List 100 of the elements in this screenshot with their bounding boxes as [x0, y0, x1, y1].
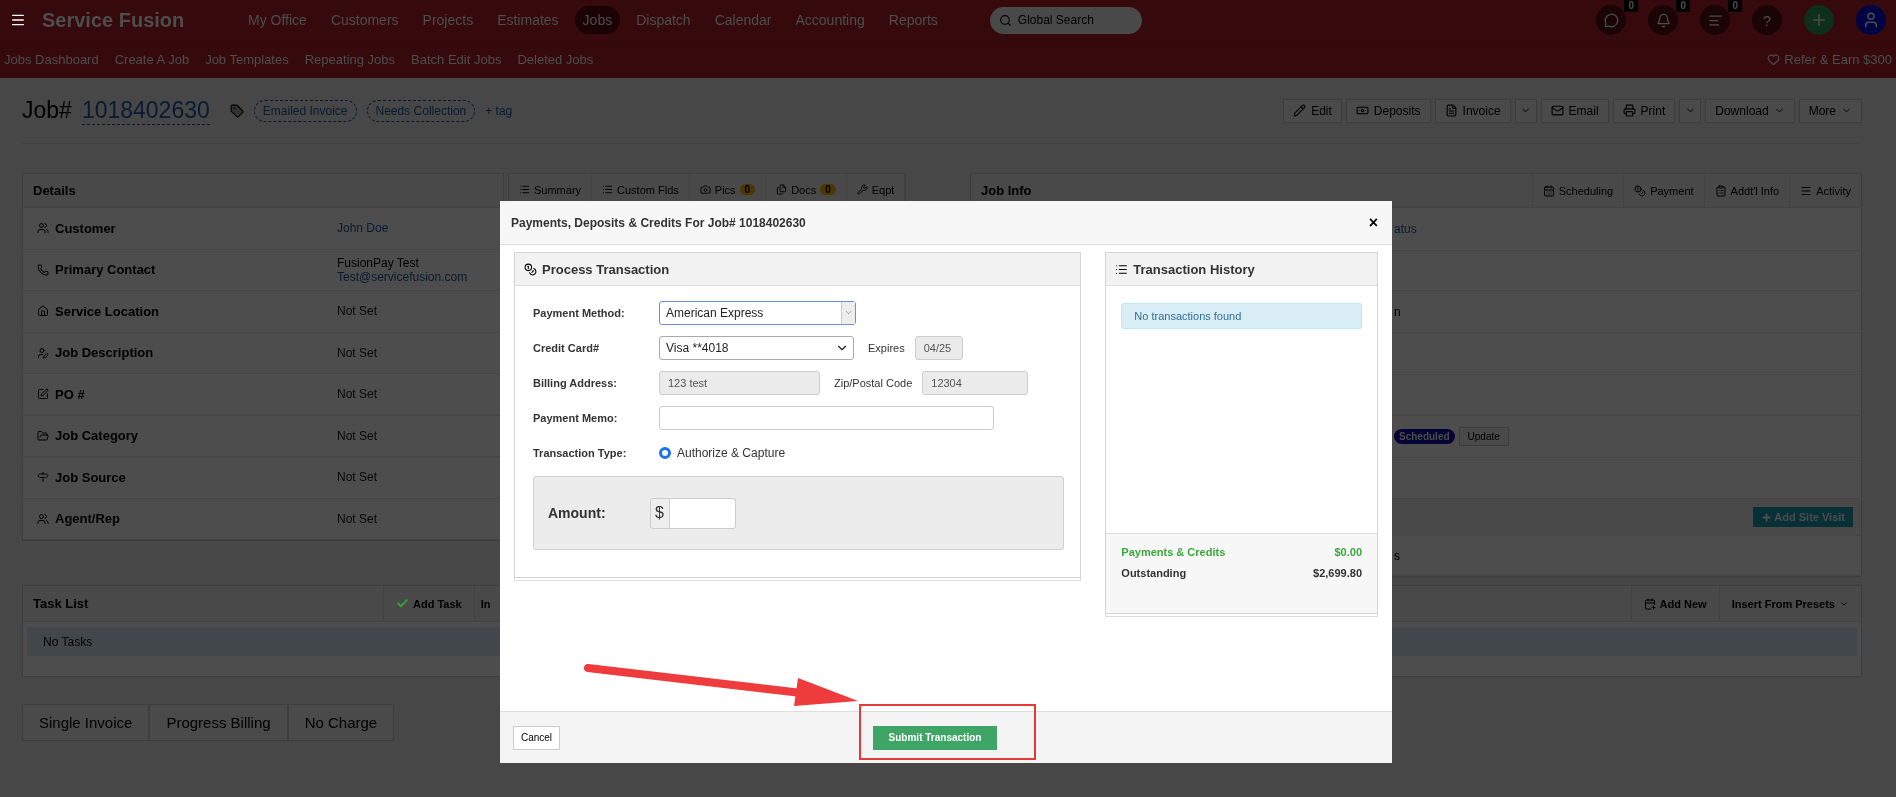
signpost-icon [37, 471, 49, 484]
bell-button[interactable] [1648, 5, 1678, 35]
billing-tab[interactable]: Progress Billing [149, 704, 288, 741]
field-label: Job Description [55, 345, 154, 361]
field-value: s [1394, 548, 1400, 563]
submit-button[interactable]: Submit Transaction [873, 725, 997, 750]
billing-tab[interactable]: Single Invoice [22, 704, 150, 741]
camera-icon [699, 184, 711, 195]
caret-button[interactable] [1679, 98, 1702, 123]
nav-link[interactable]: Dispatch [628, 6, 699, 34]
subnav-link[interactable]: Repeating Jobs [304, 52, 396, 67]
action-button[interactable]: Edit [1283, 98, 1342, 123]
add-site-visit-button[interactable]: Add Site Visit [1753, 507, 1853, 527]
subnav-link[interactable]: Create A Job [114, 52, 190, 67]
list-icon [1707, 12, 1723, 28]
subnav-link[interactable]: Jobs Dashboard [4, 52, 99, 67]
tab[interactable]: Addt'l Info [1703, 174, 1790, 207]
nav-link[interactable]: Customers [322, 6, 407, 34]
action-button[interactable]: Print [1612, 98, 1676, 123]
nav-link[interactable]: Jobs [574, 6, 621, 34]
documents-icon [776, 184, 788, 195]
avatar[interactable] [1856, 5, 1886, 35]
action-button[interactable]: Invoice [1434, 98, 1511, 123]
tag-icon [229, 103, 244, 118]
field-label: Expires [868, 341, 905, 354]
help-button[interactable]: ? [1752, 5, 1782, 35]
menu-icon[interactable] [10, 12, 26, 28]
chat-button[interactable] [1596, 5, 1626, 35]
list-icon [519, 184, 530, 195]
job-number[interactable]: 1018402630 [81, 96, 210, 125]
count-badge: 0 [1728, 0, 1742, 12]
list-icon [1115, 262, 1129, 276]
contact-name: FusionPay Test [337, 255, 420, 270]
phone-icon [37, 263, 49, 276]
add-button[interactable] [1804, 5, 1834, 35]
task-action[interactable]: Insert From Presets [1718, 586, 1861, 621]
action-button[interactable]: Deposits [1345, 98, 1431, 123]
plus-icon [1761, 511, 1773, 523]
radio-button[interactable] [659, 446, 671, 459]
subnav-link[interactable]: Job Templates [205, 52, 289, 67]
email-link[interactable]: Test@servicefusion.com [337, 269, 468, 284]
nav-link[interactable]: Estimates [489, 6, 567, 34]
refer-link[interactable]: Refer & Earn $300 [1784, 52, 1892, 67]
panel-title: Details [33, 183, 76, 198]
count-badge: 0 [1676, 0, 1690, 12]
list-button[interactable] [1700, 5, 1730, 35]
search-field[interactable]: Global Search [989, 6, 1142, 34]
panel-title: Task List [33, 596, 90, 611]
check-icon [396, 597, 409, 610]
task-action[interactable]: In [473, 586, 491, 621]
credit-card-select[interactable]: Visa **4018 [659, 335, 854, 360]
tab[interactable]: Activity [1789, 174, 1861, 207]
nav-link[interactable]: My Office [240, 6, 315, 34]
tab[interactable]: Scheduling [1531, 174, 1624, 207]
coins-icon [1634, 184, 1647, 197]
document-icon [1444, 104, 1458, 117]
field-value: Not Set [337, 470, 378, 485]
status-link[interactable]: atus [1394, 222, 1417, 236]
nav-link[interactable]: Reports [880, 6, 946, 34]
field-label: Service Location [55, 303, 160, 319]
amount-label: Amount: [548, 505, 606, 521]
action-button[interactable]: Email [1540, 98, 1609, 123]
folder-icon [37, 429, 49, 442]
cancel-button[interactable]: Cancel [513, 725, 560, 750]
action-button[interactable]: More [1798, 98, 1862, 123]
close-button[interactable]: × [1368, 213, 1378, 232]
nav-link[interactable]: Projects [414, 6, 482, 34]
billing-tab[interactable]: No Charge [287, 704, 395, 741]
add-tag-link[interactable]: + tag [485, 103, 513, 118]
task-action[interactable]: Add New [1630, 586, 1719, 621]
action-button[interactable]: Download [1705, 98, 1795, 123]
nav-link[interactable]: Calendar [706, 6, 780, 34]
summary-value: $0.00 [1334, 546, 1362, 558]
edit-icon [37, 388, 49, 401]
subnav-link[interactable]: Deleted Jobs [517, 52, 594, 67]
summary-value: $2,699.80 [1313, 567, 1362, 579]
memo-field[interactable] [659, 405, 994, 430]
amount-field[interactable] [669, 497, 736, 529]
subnav-link[interactable]: Batch Edit Jobs [411, 52, 502, 67]
task-action[interactable]: Add Task [383, 586, 474, 621]
field-label: Payment Method: [533, 306, 626, 319]
caret-button[interactable] [1514, 98, 1537, 123]
zip-field: 12304 [922, 370, 1029, 395]
list-icon [602, 184, 614, 195]
customer-link[interactable]: John Doe [337, 221, 389, 236]
field-value: Not Set [337, 345, 378, 360]
field-value: Not Set [337, 304, 378, 319]
payment-method-select[interactable]: American Express [659, 300, 856, 325]
banknote-icon [1355, 104, 1369, 117]
panel-title: Job Info [981, 183, 1032, 198]
radio-label: Authorize & Capture [677, 445, 786, 460]
nav-link[interactable]: Accounting [787, 6, 873, 34]
panel-title: Process Transaction [542, 261, 670, 277]
tab[interactable]: Payment [1623, 174, 1704, 207]
field-value: n [1394, 304, 1401, 319]
wrench-icon [856, 184, 868, 195]
field-label: Agent/Rep [55, 511, 120, 527]
field-value: Not Set [337, 511, 378, 526]
field-label: Credit Card# [533, 341, 601, 354]
update-button[interactable]: Update [1458, 427, 1509, 446]
